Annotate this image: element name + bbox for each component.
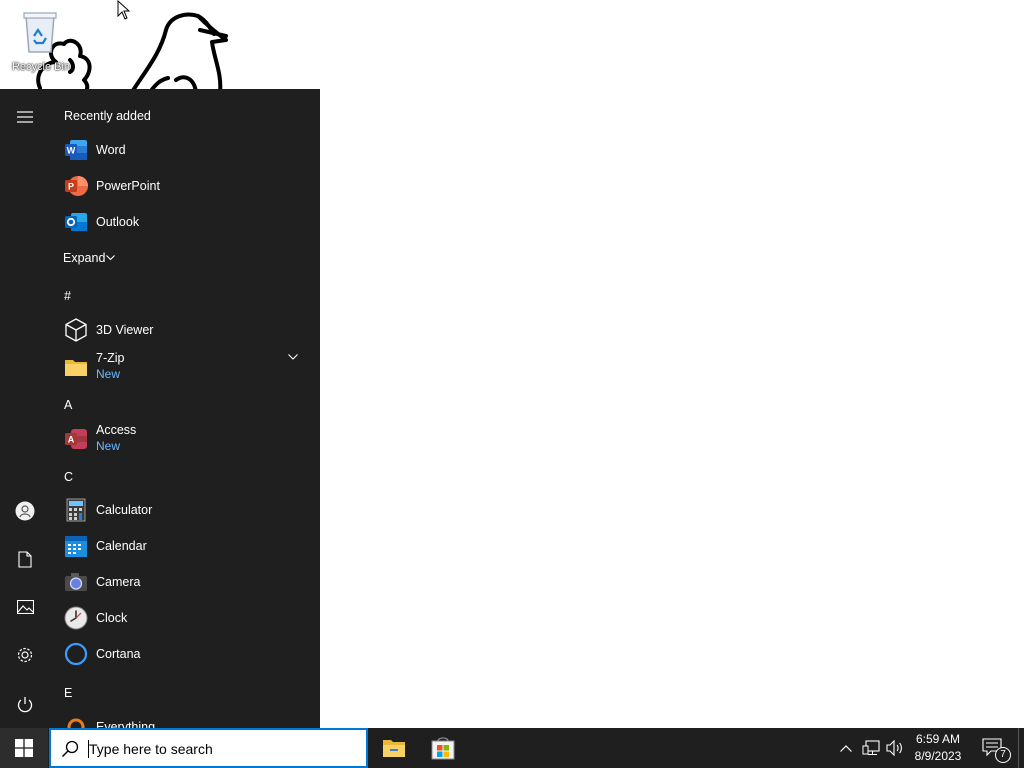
app-item-7-zip[interactable]: 7-Zip New xyxy=(50,348,310,386)
app-item-label: PowerPoint xyxy=(96,179,160,193)
app-item-label: Access xyxy=(96,423,137,437)
clock-time: 6:59 AM xyxy=(915,732,961,746)
svg-text:A: A xyxy=(68,435,75,445)
search-input[interactable] xyxy=(89,738,359,760)
pictures-icon xyxy=(16,600,34,614)
taskbar: 6:59 AM 8/9/2023 7 xyxy=(0,728,1024,768)
taskbar-clock[interactable]: 6:59 AM 8/9/2023 xyxy=(906,731,970,765)
section-header-c[interactable]: C xyxy=(64,470,73,484)
start-menu: Recently added W Word P PowerPoint Outlo… xyxy=(0,89,320,728)
clock-icon xyxy=(63,605,89,631)
expand-label: Expand xyxy=(63,251,106,265)
new-badge: New xyxy=(96,367,121,381)
mouse-cursor-icon xyxy=(117,0,131,20)
documents-icon xyxy=(18,550,32,568)
recycle-bin-shortcut[interactable]: Recycle Bin xyxy=(6,4,72,74)
notification-count-badge: 7 xyxy=(995,747,1011,763)
app-item-label: Cortana xyxy=(96,647,141,661)
access-icon: A xyxy=(63,426,89,452)
chevron-down-icon xyxy=(106,255,115,261)
calculator-icon xyxy=(63,497,89,523)
app-item-3d-viewer[interactable]: 3D Viewer xyxy=(50,312,310,348)
everything-icon xyxy=(63,714,89,728)
chevron-up-icon xyxy=(840,744,852,752)
hamburger-menu-button[interactable] xyxy=(0,93,50,141)
3d-viewer-icon xyxy=(63,317,89,343)
section-header-hash[interactable]: # xyxy=(64,289,71,303)
settings-icon xyxy=(17,647,33,663)
new-badge: New xyxy=(96,439,121,453)
app-item-label: 7-Zip xyxy=(96,351,125,365)
app-item-label: Outlook xyxy=(96,215,140,229)
windows-logo-icon xyxy=(15,739,33,757)
app-item-calculator[interactable]: Calculator xyxy=(50,492,310,528)
app-item-powerpoint[interactable]: P PowerPoint xyxy=(50,168,310,204)
recycle-bin-label: Recycle Bin xyxy=(11,61,71,73)
app-item-outlook[interactable]: Outlook xyxy=(50,204,310,240)
app-item-label: Camera xyxy=(96,575,141,589)
show-hidden-icons-button[interactable] xyxy=(836,728,856,768)
calendar-icon xyxy=(63,533,89,559)
app-item-cortana[interactable]: Cortana xyxy=(50,636,310,672)
app-item-label: Word xyxy=(96,143,126,157)
file-explorer-button[interactable] xyxy=(370,728,418,768)
taskbar-search-box[interactable] xyxy=(49,728,368,768)
microsoft-store-button[interactable] xyxy=(419,728,467,768)
network-icon xyxy=(862,740,880,755)
app-item-label: Calendar xyxy=(96,539,147,553)
app-item-camera[interactable]: Camera xyxy=(50,564,310,600)
powerpoint-icon: P xyxy=(63,173,89,199)
section-header-e[interactable]: E xyxy=(64,686,72,700)
recently-added-header: Recently added xyxy=(64,109,151,123)
start-button[interactable] xyxy=(0,728,48,768)
documents-button[interactable] xyxy=(0,535,50,583)
clock-date: 8/9/2023 xyxy=(914,749,962,763)
app-item-label: 3D Viewer xyxy=(96,323,154,337)
hamburger-menu-icon xyxy=(17,111,33,123)
cortana-icon xyxy=(63,641,89,667)
power-button[interactable] xyxy=(0,680,50,728)
power-icon xyxy=(17,696,33,712)
file-explorer-icon xyxy=(383,740,405,757)
app-item-everything[interactable]: Everything xyxy=(50,709,310,728)
app-item-label: Clock xyxy=(96,611,128,625)
action-center-button[interactable]: 7 xyxy=(978,728,1011,768)
word-icon: W xyxy=(63,137,89,163)
svg-text:P: P xyxy=(68,182,74,192)
start-menu-rail xyxy=(0,89,50,728)
expand-button[interactable]: Expand xyxy=(50,240,310,276)
search-icon xyxy=(61,740,79,758)
volume-button[interactable] xyxy=(883,728,907,768)
settings-button[interactable] xyxy=(0,631,50,679)
camera-icon xyxy=(63,569,89,595)
volume-icon xyxy=(886,740,902,756)
app-list: Recently added W Word P PowerPoint Outlo… xyxy=(50,89,320,728)
app-item-calendar[interactable]: Calendar xyxy=(50,528,310,564)
network-button[interactable] xyxy=(859,728,883,768)
user-icon xyxy=(15,501,35,521)
app-item-label: Everything xyxy=(96,720,156,728)
folder-icon xyxy=(63,354,89,380)
svg-text:W: W xyxy=(67,146,76,156)
user-account-button[interactable] xyxy=(0,487,50,535)
app-item-word[interactable]: W Word xyxy=(50,132,310,168)
section-header-a[interactable]: A xyxy=(64,398,72,412)
app-item-label: Calculator xyxy=(96,503,153,517)
chevron-down-icon[interactable] xyxy=(288,354,298,360)
outlook-icon xyxy=(63,209,89,235)
app-item-clock[interactable]: Clock xyxy=(50,600,310,636)
recycle-bin-icon xyxy=(23,12,57,53)
app-item-access[interactable]: A Access New xyxy=(50,420,310,458)
pictures-button[interactable] xyxy=(0,583,50,631)
microsoft-store-icon xyxy=(431,737,455,760)
show-desktop-button[interactable] xyxy=(1018,728,1024,768)
